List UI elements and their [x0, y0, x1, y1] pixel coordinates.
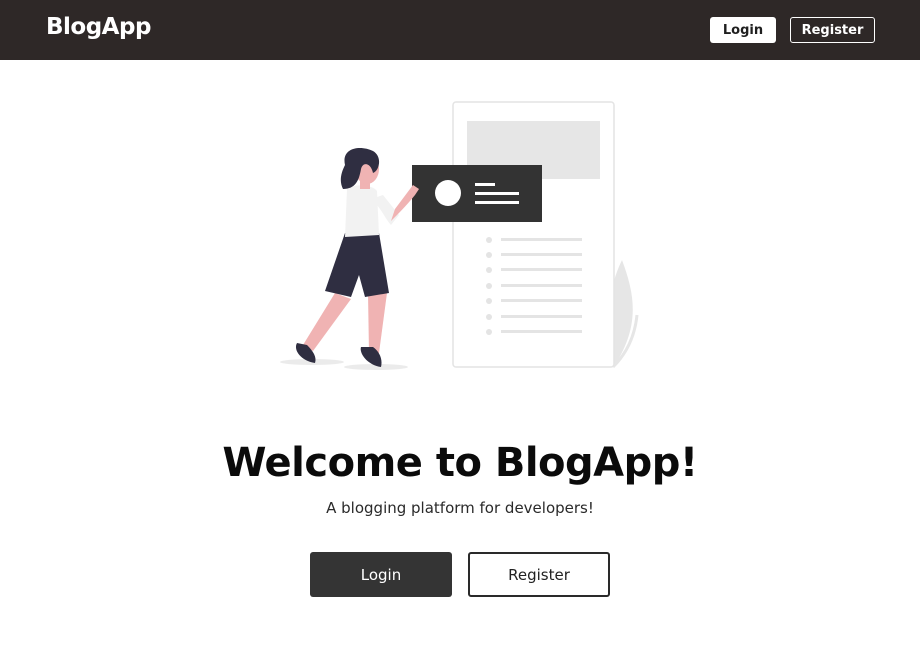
hero-title: Welcome to BlogApp!: [222, 440, 698, 486]
woman-figure: [295, 147, 419, 367]
profile-card-avatar-icon: [435, 180, 461, 206]
hero-register-button[interactable]: Register: [468, 552, 610, 597]
hero-login-button[interactable]: Login: [310, 552, 452, 597]
hero-illustration: [280, 101, 639, 370]
nav-register-button[interactable]: Register: [790, 17, 875, 43]
hero-subtitle: A blogging platform for developers!: [326, 499, 594, 517]
nav-login-button[interactable]: Login: [710, 17, 776, 43]
brand-logo[interactable]: BlogApp: [46, 14, 151, 40]
navbar: BlogApp Login Register: [0, 0, 920, 60]
